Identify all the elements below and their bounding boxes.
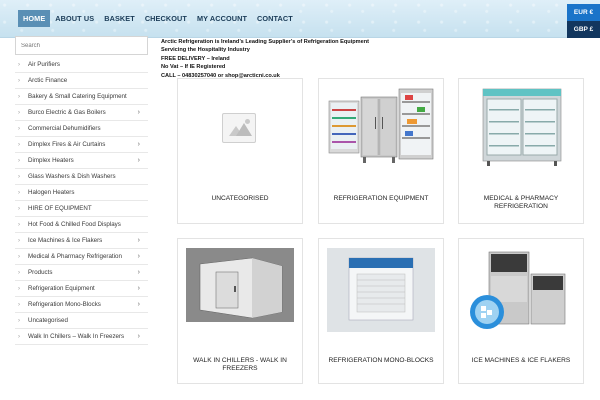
sidebar-category-label: Glass Washers & Dish Washers xyxy=(28,173,116,180)
product-card-uncategorised[interactable]: UNCATEGORISED xyxy=(177,78,303,224)
sidebar-category-item[interactable]: › Glass Washers & Dish Washers xyxy=(15,169,148,185)
chevron-right-icon: › xyxy=(18,269,20,276)
product-card-ice-machines[interactable]: ICE MACHINES & ICE FLAKERS xyxy=(458,238,584,384)
sidebar-category-item[interactable]: › Commercial Dehumidifiers xyxy=(15,121,148,137)
top-navigation-bar: HOME ABOUT US BASKET CHECKOUT MY ACCOUNT… xyxy=(0,0,600,38)
currency-gbp-button[interactable]: GBP £ xyxy=(567,21,600,38)
sidebar-category-label: HIRE OF EQUIPMENT xyxy=(28,205,92,212)
product-title[interactable]: UNCATEGORISED xyxy=(184,195,296,203)
sidebar-category-label: Medical & Pharmacy Refrigeration xyxy=(28,253,122,260)
chevron-right-icon: › xyxy=(18,125,20,132)
expand-arrow-icon[interactable]: › xyxy=(138,333,140,340)
chevron-right-icon: › xyxy=(18,189,20,196)
pharmacy-fridge-image xyxy=(482,88,562,166)
expand-arrow-icon[interactable]: › xyxy=(138,269,140,276)
expand-arrow-icon[interactable]: › xyxy=(138,157,140,164)
expand-arrow-icon[interactable]: › xyxy=(138,253,140,260)
sidebar-category-item[interactable]: › Uncategorised xyxy=(15,313,148,329)
expand-arrow-icon[interactable]: › xyxy=(138,237,140,244)
intro-line: Servicing the Hospitality Industry xyxy=(161,47,250,54)
sidebar-category-label: Halogen Heaters xyxy=(28,189,75,196)
expand-arrow-icon[interactable]: › xyxy=(138,141,140,148)
ice-machine-image xyxy=(470,251,566,329)
sidebar-category-label: Walk In Chillers – Walk In Freezers xyxy=(28,333,125,340)
product-card-walk-in-chillers[interactable]: WALK IN CHILLERS - WALK IN FREEZERS xyxy=(177,238,303,384)
category-list: › Air Purifiers › Arctic Finance › Bakery & S… xyxy=(15,57,148,345)
chevron-right-icon: › xyxy=(18,205,20,212)
sidebar-category-item[interactable]: › Dimplex Heaters › xyxy=(15,153,148,169)
sidebar-category-item[interactable]: › Dimplex Fires & Air Curtains › xyxy=(15,137,148,153)
expand-arrow-icon[interactable]: › xyxy=(138,301,140,308)
sidebar-category-label: Bakery & Small Catering Equipment xyxy=(28,93,127,100)
mono-block-image xyxy=(327,248,435,332)
chevron-right-icon: › xyxy=(18,173,20,180)
chevron-right-icon: › xyxy=(18,301,20,308)
walk-in-chiller-image xyxy=(186,248,294,322)
sidebar-category-item[interactable]: › HIRE OF EQUIPMENT xyxy=(15,201,148,217)
search-input[interactable] xyxy=(15,36,148,55)
nav-home[interactable]: HOME xyxy=(18,10,51,27)
sidebar-category-label: Uncategorised xyxy=(28,317,68,324)
intro-line: FREE DELIVERY – Ireland xyxy=(161,55,230,62)
sidebar-category-label: Dimplex Heaters xyxy=(28,157,74,164)
sidebar-category-item[interactable]: › Walk In Chillers – Walk In Freezers › xyxy=(15,329,148,345)
product-title[interactable]: ICE MACHINES & ICE FLAKERS xyxy=(465,357,577,365)
chevron-right-icon: › xyxy=(18,317,20,324)
main-nav: HOME ABOUT US BASKET CHECKOUT MY ACCOUNT… xyxy=(18,10,298,27)
sidebar-category-item[interactable]: › Bakery & Small Catering Equipment xyxy=(15,89,148,105)
chevron-right-icon: › xyxy=(18,237,20,244)
sidebar-category-label: Refrigeration Mono-Blocks xyxy=(28,301,101,308)
currency-eur-button[interactable]: EUR € xyxy=(567,4,600,21)
product-title[interactable]: MEDICAL & PHARMACY REFRIGERATION xyxy=(465,195,577,211)
sidebar-category-label: Burco Electric & Gas Boilers xyxy=(28,109,106,116)
chevron-right-icon: › xyxy=(18,109,20,116)
sidebar-category-label: Dimplex Fires & Air Curtains xyxy=(28,141,106,148)
product-title[interactable]: WALK IN CHILLERS - WALK IN FREEZERS xyxy=(184,357,296,373)
chevron-right-icon: › xyxy=(18,253,20,260)
sidebar-category-item[interactable]: › Refrigeration Equipment › xyxy=(15,281,148,297)
chevron-right-icon: › xyxy=(18,221,20,228)
sidebar-category-item[interactable]: › Burco Electric & Gas Boilers › xyxy=(15,105,148,121)
nav-basket[interactable]: BASKET xyxy=(99,10,140,27)
chevron-right-icon: › xyxy=(18,93,20,100)
intro-line: No Vat – If IE Registered xyxy=(161,64,226,71)
sidebar-category-label: Refrigeration Equipment xyxy=(28,285,95,292)
sidebar-category-item[interactable]: › Refrigeration Mono-Blocks › xyxy=(15,297,148,313)
chevron-right-icon: › xyxy=(18,141,20,148)
chevron-right-icon: › xyxy=(18,333,20,340)
product-title[interactable]: REFRIGERATION EQUIPMENT xyxy=(325,195,437,203)
chevron-right-icon: › xyxy=(18,61,20,68)
expand-arrow-icon[interactable]: › xyxy=(138,109,140,116)
placeholder-image-icon xyxy=(222,113,256,143)
nav-contact[interactable]: CONTACT xyxy=(252,10,298,27)
chevron-right-icon: › xyxy=(18,77,20,84)
product-card-mono-blocks[interactable]: REFRIGERATION MONO-BLOCKS xyxy=(318,238,444,384)
sidebar-category-item[interactable]: › Air Purifiers xyxy=(15,57,148,73)
sidebar-category-label: Ice Machines & Ice Flakers xyxy=(28,237,103,244)
sidebar-category-item[interactable]: › Hot Food & Chilled Food Displays xyxy=(15,217,148,233)
intro-line: Arctic Refrigeration is Ireland’s Leadin… xyxy=(161,39,370,45)
nav-checkout[interactable]: CHECKOUT xyxy=(140,10,192,27)
sidebar-category-item[interactable]: › Medical & Pharmacy Refrigeration › xyxy=(15,249,148,265)
nav-about-us[interactable]: ABOUT US xyxy=(50,10,99,27)
sidebar-category-label: Arctic Finance xyxy=(28,77,68,84)
sidebar-category-item[interactable]: › Halogen Heaters xyxy=(15,185,148,201)
sidebar-category-item[interactable]: › Arctic Finance xyxy=(15,73,148,89)
chevron-right-icon: › xyxy=(18,285,20,292)
product-card-refrigeration-equipment[interactable]: REFRIGERATION EQUIPMENT xyxy=(318,78,444,224)
sidebar-category-item[interactable]: › Ice Machines & Ice Flakers › xyxy=(15,233,148,249)
product-title[interactable]: REFRIGERATION MONO-BLOCKS xyxy=(325,357,437,365)
expand-arrow-icon[interactable]: › xyxy=(138,285,140,292)
chevron-right-icon: › xyxy=(18,157,20,164)
nav-my-account[interactable]: MY ACCOUNT xyxy=(192,10,252,27)
refrigerators-image xyxy=(328,88,434,163)
sidebar-category-label: Products xyxy=(28,269,53,276)
sidebar-category-label: Air Purifiers xyxy=(28,61,60,68)
intro-text: Arctic Refrigeration is Ireland’s Leadin… xyxy=(161,38,369,80)
sidebar-category-item[interactable]: › Products › xyxy=(15,265,148,281)
sidebar-category-label: Hot Food & Chilled Food Displays xyxy=(28,221,121,228)
product-card-medical-pharmacy[interactable]: MEDICAL & PHARMACY REFRIGERATION xyxy=(458,78,584,224)
sidebar-category-label: Commercial Dehumidifiers xyxy=(28,125,101,132)
